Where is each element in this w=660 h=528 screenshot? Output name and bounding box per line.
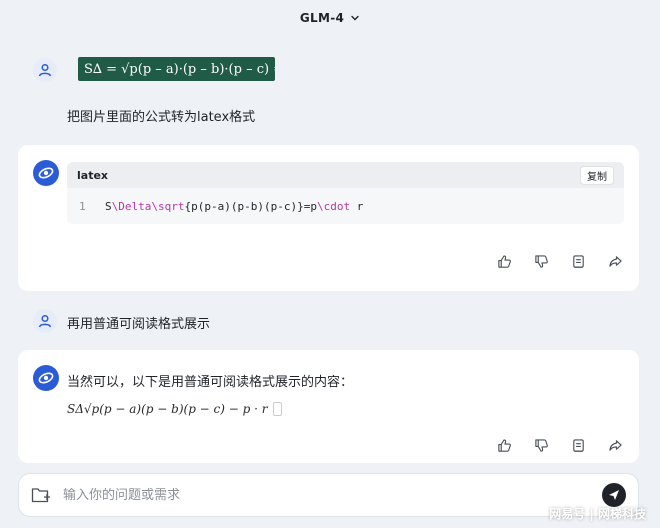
line-number: 1 <box>79 199 86 213</box>
formula-image[interactable]: S∆ = √p(p – a)·(p – b)·(p – c) = p·r <box>78 57 275 81</box>
chat-input-bar <box>18 473 639 517</box>
user-message-text: 再用普通可阅读格式展示 <box>67 317 211 332</box>
math-display: SΔ√p(p − a)(p − b)(p − c) − p · r <box>67 401 283 417</box>
save-note-icon[interactable] <box>571 254 586 269</box>
thumbs-up-icon[interactable] <box>497 438 512 453</box>
scroll-spinner[interactable] <box>273 401 283 416</box>
message-actions <box>497 438 623 453</box>
share-icon[interactable] <box>608 254 623 269</box>
model-selector[interactable]: GLM-4 <box>300 11 360 25</box>
share-icon[interactable] <box>608 438 623 453</box>
code-block-header: latex 复制 <box>67 162 624 188</box>
thumbs-up-icon[interactable] <box>497 254 512 269</box>
model-name: GLM-4 <box>299 11 345 25</box>
chevron-down-icon <box>351 15 359 21</box>
glm-logo-icon <box>38 372 54 384</box>
save-note-icon[interactable] <box>571 438 586 453</box>
copy-button[interactable]: 复制 <box>580 165 614 185</box>
assistant-message-text: 当然可以，以下是用普通可阅读格式展示的内容： <box>67 375 354 390</box>
user-avatar <box>33 58 57 82</box>
send-button[interactable] <box>602 483 626 507</box>
code-text: S\Delta\sqrt{p(p-a)(p-b)(p-c)}=p\cdot r <box>105 199 364 213</box>
top-bar: GLM-4 <box>0 0 660 36</box>
thumbs-down-icon[interactable] <box>534 438 549 453</box>
glm-logo-icon <box>38 167 54 179</box>
code-line: 1 S\Delta\sqrt{p(p-a)(p-b)(p-c)}=p\cdot … <box>67 188 624 224</box>
user-icon <box>38 63 52 77</box>
code-language-label: latex <box>77 168 109 182</box>
thumbs-down-icon[interactable] <box>534 254 549 269</box>
assistant-avatar <box>33 160 59 186</box>
code-block: latex 复制 1 S\Delta\sqrt{p(p-a)(p-b)(p-c)… <box>67 162 624 224</box>
user-icon <box>38 314 52 328</box>
send-icon <box>609 490 619 500</box>
user-message-text: 把图片里面的公式转为latex格式 <box>67 110 256 125</box>
assistant-avatar <box>33 365 59 391</box>
message-actions <box>497 254 623 269</box>
user-avatar <box>33 309 57 333</box>
message-input[interactable] <box>63 487 602 503</box>
watermark: 网易号 | 网梯科技 <box>549 507 646 521</box>
attach-file-icon[interactable] <box>31 486 51 504</box>
